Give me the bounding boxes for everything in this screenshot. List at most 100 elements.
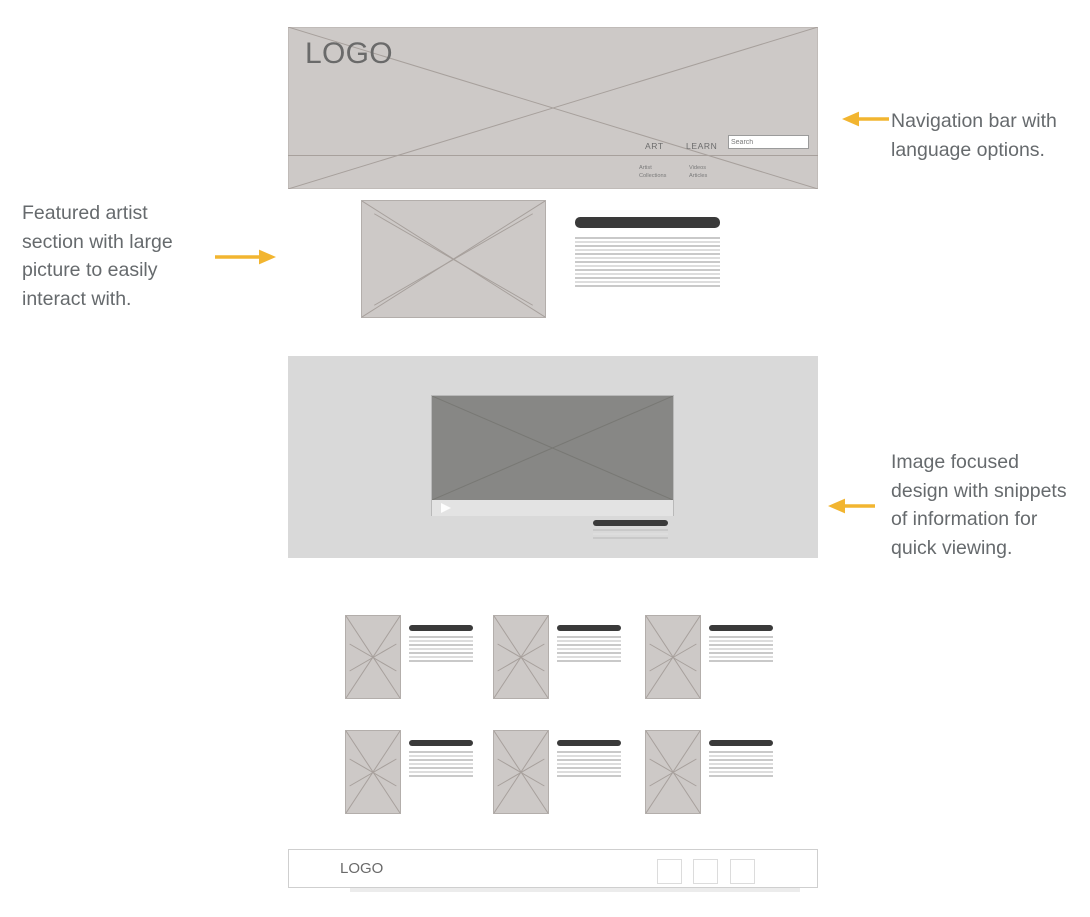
card-text-block [409, 740, 473, 779]
video-control-bar[interactable] [432, 500, 673, 516]
text-line [709, 775, 773, 777]
text-line [409, 648, 473, 650]
text-line [557, 636, 621, 638]
card-image-placeholder[interactable] [345, 615, 401, 699]
play-icon[interactable] [441, 503, 451, 513]
text-line [709, 660, 773, 662]
header-section: LOGO ART LEARN Artist Collections Videos… [288, 21, 818, 189]
text-line [575, 285, 720, 287]
card-title-bar [409, 740, 473, 746]
card-image-placeholder[interactable] [493, 615, 549, 699]
featured-body-lines [575, 237, 720, 287]
search-input[interactable] [728, 135, 809, 149]
video-caption-title-bar [593, 520, 668, 526]
text-line [575, 261, 720, 263]
card-body-lines [557, 636, 621, 662]
text-line [593, 533, 668, 535]
nav-submenu-item-collections[interactable]: Collections [639, 172, 666, 180]
featured-title-bar [575, 217, 720, 228]
social-icon-box-3[interactable] [730, 859, 755, 884]
card-title-bar [709, 625, 773, 631]
text-line [409, 644, 473, 646]
text-line [575, 253, 720, 255]
text-line [575, 269, 720, 271]
text-line [409, 755, 473, 757]
card-text-block [557, 625, 621, 664]
annotation-arrow-left-pointing-nav [842, 111, 889, 127]
card-title-bar [709, 740, 773, 746]
card-text-block [709, 740, 773, 779]
text-line [557, 652, 621, 654]
text-line [575, 265, 720, 267]
text-line [575, 241, 720, 243]
card-body-lines [709, 751, 773, 777]
text-line [557, 648, 621, 650]
card-body-lines [557, 751, 621, 777]
text-line [709, 656, 773, 658]
card-body-lines [409, 636, 473, 662]
text-line [709, 759, 773, 761]
text-line [557, 660, 621, 662]
annotation-image-focused-text: Image focused design with snippets of in… [891, 451, 1067, 559]
text-line [557, 771, 621, 773]
video-player[interactable] [431, 395, 674, 516]
text-line [557, 656, 621, 658]
card-image-placeholder[interactable] [645, 615, 701, 699]
text-line [709, 767, 773, 769]
annotation-arrow-right-pointing [215, 249, 276, 265]
footer-shadow [350, 888, 800, 892]
text-line [575, 237, 720, 239]
text-line [709, 755, 773, 757]
nav-item-art[interactable]: ART [645, 142, 664, 151]
annotation-arrow-left-pointing-video [828, 498, 875, 514]
card-body-lines [709, 636, 773, 662]
text-line [557, 644, 621, 646]
card-title-bar [557, 625, 621, 631]
text-line [709, 648, 773, 650]
text-line [709, 763, 773, 765]
text-line [709, 636, 773, 638]
video-caption-block [593, 520, 668, 541]
text-line [557, 775, 621, 777]
text-line [409, 636, 473, 638]
video-screen-placeholder [432, 396, 673, 500]
text-line [557, 763, 621, 765]
text-line [593, 537, 668, 539]
card-image-placeholder[interactable] [645, 730, 701, 814]
wireframe-canvas: LOGO ART LEARN Artist Collections Videos… [0, 0, 1090, 917]
card-image-placeholder[interactable] [493, 730, 549, 814]
text-line [557, 751, 621, 753]
annotation-navigation-text: Navigation bar with language options. [891, 110, 1057, 161]
video-section [288, 356, 818, 558]
text-line [709, 751, 773, 753]
text-line [409, 771, 473, 773]
text-line [575, 277, 720, 279]
text-line [409, 660, 473, 662]
video-caption-lines [593, 529, 668, 539]
card-text-block [557, 740, 621, 779]
text-line [409, 656, 473, 658]
featured-text-block [575, 217, 720, 289]
card-text-block [709, 625, 773, 664]
nav-divider [288, 155, 818, 156]
nav-item-learn[interactable]: LEARN [686, 142, 717, 151]
text-line [409, 640, 473, 642]
social-icon-box-2[interactable] [693, 859, 718, 884]
social-icon-box-1[interactable] [657, 859, 682, 884]
text-line [709, 771, 773, 773]
text-line [409, 759, 473, 761]
nav-submenu-item-articles[interactable]: Articles [689, 172, 707, 180]
nav-submenu-item-videos[interactable]: Videos [689, 164, 707, 172]
footer-logo[interactable]: LOGO [340, 861, 383, 876]
header-logo[interactable]: LOGO [305, 39, 393, 69]
text-line [557, 755, 621, 757]
nav-submenu-item-artist[interactable]: Artist [639, 164, 666, 172]
card-image-placeholder[interactable] [345, 730, 401, 814]
nav-submenu-art: Artist Collections [639, 164, 666, 180]
text-line [575, 249, 720, 251]
text-line [409, 763, 473, 765]
text-line [557, 767, 621, 769]
text-line [709, 652, 773, 654]
featured-image-placeholder[interactable] [361, 200, 546, 318]
text-line [557, 640, 621, 642]
